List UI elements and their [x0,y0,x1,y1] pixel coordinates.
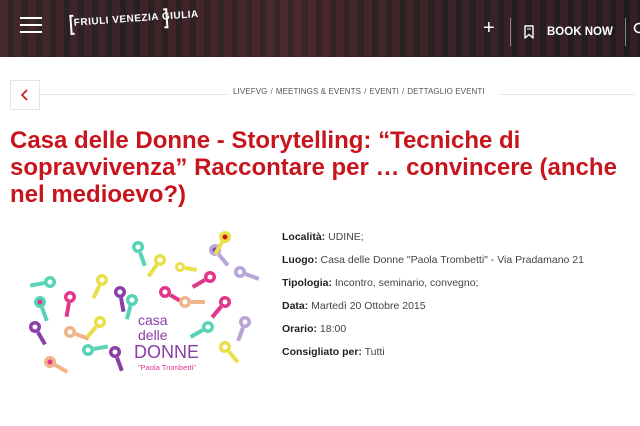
event-poster-image: casa delle DONNE "Paola Trombetti" [10,222,260,392]
back-button[interactable] [10,80,40,110]
breadcrumb: LIVEFVG / MEETINGS & EVENTS / EVENTI / DETTAGL… [233,87,485,96]
book-now-button[interactable]: BOOK NOW [547,26,613,38]
breadcrumb-item-livefvg[interactable]: LIVEFVG [233,87,268,96]
hamburger-icon[interactable] [20,17,42,33]
breadcrumb-item-meetings-events[interactable]: MEETINGS & EVENTS [276,87,361,96]
breadcrumb-rule [500,94,635,95]
breadcrumb-item-dettaglio-eventi: DETTAGLIO EVENTI [407,87,485,96]
bookmark-icon[interactable] [524,25,534,39]
breadcrumb-item-eventi[interactable]: EVENTI [369,87,399,96]
event-details-list: Località: UDINE; Luogo: Casa delle Donne… [282,229,584,367]
top-navigation-bar: FRIULI VENEZIA GIULIA + BOOK NOW [0,0,640,57]
poster-title-line-2: delle [138,327,168,343]
detail-row-luogo: Luogo: Casa delle Donne "Paola Trombetti… [282,254,584,266]
detail-row-data: Data: Martedì 20 Ottobre 2015 [282,300,426,312]
breadcrumb-rule [40,94,228,95]
detail-row-tipologia: Tipologia: Incontro, seminario, convegno… [282,277,479,289]
plus-button[interactable]: + [483,18,495,38]
page-title: Casa delle Donne - Storytelling: “Tecnic… [10,127,617,208]
detail-row-orario: Orario: 18:00 [282,323,347,335]
search-icon[interactable] [633,22,640,36]
detail-row-consigliato: Consigliato per: Tutti [282,346,385,358]
detail-row-localita: Località: UDINE; [282,231,364,243]
divider [625,18,626,46]
poster-title-line-3: DONNE [134,342,199,362]
poster-title-line-1: casa [138,312,168,328]
chevron-left-icon [20,89,28,101]
poster-subtitle: "Paola Trombetti" [138,363,196,372]
divider [510,18,511,46]
poster-illustration: casa delle DONNE "Paola Trombetti" [29,231,260,374]
